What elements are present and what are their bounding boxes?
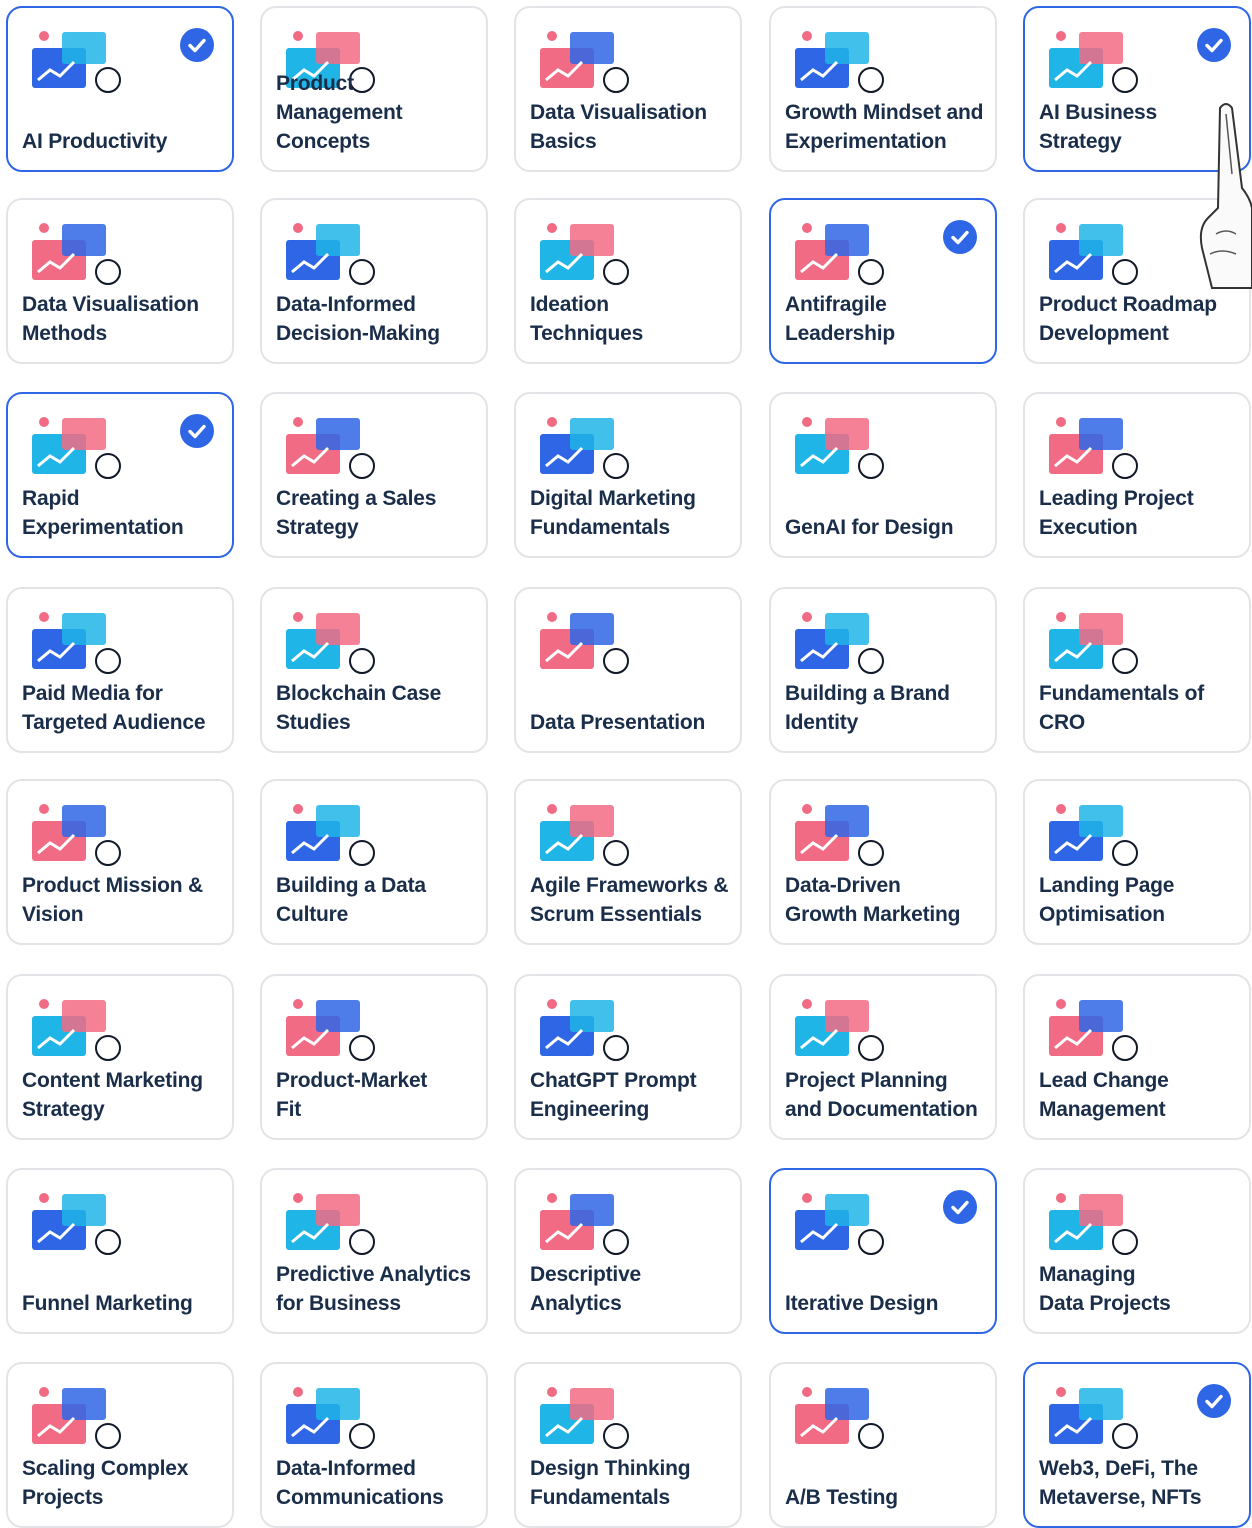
- checkmark-icon: [943, 220, 977, 254]
- course-card[interactable]: A/B Testing: [769, 1362, 997, 1528]
- course-card[interactable]: Managing Data Projects: [1023, 1168, 1251, 1334]
- course-title: Project Planning and Documentation: [785, 1069, 978, 1121]
- course-card[interactable]: Leading Project Execution: [1023, 392, 1251, 558]
- course-title: Data Visualisation Methods: [22, 293, 199, 345]
- course-title: Landing Page Optimisation: [1039, 874, 1175, 926]
- course-title: Scaling Complex Projects: [22, 1457, 189, 1509]
- checkmark-icon: [1197, 1384, 1231, 1418]
- pointing-hand-illustration: [1196, 94, 1252, 294]
- course-title: Product Roadmap Development: [1039, 293, 1217, 345]
- course-card[interactable]: Lead Change Management: [1023, 974, 1251, 1140]
- course-card[interactable]: Project Planning and Documentation: [769, 974, 997, 1140]
- course-title: Lead Change Management: [1039, 1069, 1169, 1121]
- course-title: Data-Driven Growth Marketing: [785, 874, 961, 926]
- course-title: Building a Brand Identity: [785, 682, 950, 734]
- course-title: Product Management Concepts: [276, 72, 403, 153]
- course-card[interactable]: Creating a Sales Strategy: [260, 392, 488, 558]
- course-card[interactable]: Product Management Concepts: [260, 6, 488, 172]
- course-title: Building a Data Culture: [276, 874, 426, 926]
- course-title: Fundamentals of CRO: [1039, 682, 1205, 734]
- course-card[interactable]: GenAI for Design: [769, 392, 997, 558]
- course-title: AI Productivity: [22, 130, 168, 153]
- course-title: Descriptive Analytics: [530, 1263, 642, 1315]
- course-title: Growth Mindset and Experimentation: [785, 101, 984, 153]
- course-card[interactable]: Design Thinking Fundamentals: [514, 1362, 742, 1528]
- course-card[interactable]: AI Productivity: [6, 6, 234, 172]
- course-card[interactable]: Data-Driven Growth Marketing: [769, 779, 997, 945]
- course-title: Data-Informed Communications: [276, 1457, 444, 1509]
- course-title: Design Thinking Fundamentals: [530, 1457, 691, 1509]
- course-card[interactable]: Digital Marketing Fundamentals: [514, 392, 742, 558]
- course-card[interactable]: ChatGPT Prompt Engineering: [514, 974, 742, 1140]
- course-card[interactable]: Data Visualisation Methods: [6, 198, 234, 364]
- course-title: Product Mission & Vision: [22, 874, 203, 926]
- course-card[interactable]: Data-Informed Communications: [260, 1362, 488, 1528]
- course-title: Leading Project Execution: [1039, 487, 1194, 539]
- course-card[interactable]: Product Mission & Vision: [6, 779, 234, 945]
- course-title: Antifragile Leadership: [785, 293, 896, 345]
- course-title: Iterative Design: [785, 1292, 939, 1315]
- course-card[interactable]: Data Visualisation Basics: [514, 6, 742, 172]
- course-card[interactable]: Predictive Analytics for Business: [260, 1168, 488, 1334]
- course-card[interactable]: Product-Market Fit: [260, 974, 488, 1140]
- course-title: Agile Frameworks & Scrum Essentials: [530, 874, 729, 926]
- course-card[interactable]: Descriptive Analytics: [514, 1168, 742, 1334]
- course-title: Content Marketing Strategy: [22, 1069, 203, 1121]
- course-card[interactable]: Fundamentals of CRO: [1023, 587, 1251, 753]
- course-card[interactable]: Content Marketing Strategy: [6, 974, 234, 1140]
- course-card[interactable]: Paid Media for Targeted Audience: [6, 587, 234, 753]
- course-title: Product-Market Fit: [276, 1069, 428, 1121]
- course-title: Creating a Sales Strategy: [276, 487, 437, 539]
- course-card[interactable]: Growth Mindset and Experimentation: [769, 6, 997, 172]
- course-card[interactable]: Agile Frameworks & Scrum Essentials: [514, 779, 742, 945]
- course-title: Predictive Analytics for Business: [276, 1263, 471, 1315]
- course-card[interactable]: Building a Brand Identity: [769, 587, 997, 753]
- course-card[interactable]: Web3, DeFi, The Metaverse, NFTs: [1023, 1362, 1251, 1528]
- course-title: Funnel Marketing: [22, 1292, 193, 1315]
- course-title: Data Presentation: [530, 711, 706, 734]
- course-title: Data-Informed Decision-Making: [276, 293, 440, 345]
- course-card[interactable]: Rapid Experimentation: [6, 392, 234, 558]
- course-card[interactable]: Building a Data Culture: [260, 779, 488, 945]
- course-title: A/B Testing: [785, 1486, 898, 1509]
- course-title: Paid Media for Targeted Audience: [22, 682, 206, 734]
- course-title: Managing Data Projects: [1039, 1263, 1171, 1315]
- checkmark-icon: [943, 1190, 977, 1224]
- course-title: GenAI for Design: [785, 516, 954, 539]
- course-title: Digital Marketing Fundamentals: [530, 487, 696, 539]
- checkmark-icon: [180, 28, 214, 62]
- checkmark-icon: [180, 414, 214, 448]
- course-card[interactable]: Data Presentation: [514, 587, 742, 753]
- course-card[interactable]: Iterative Design: [769, 1168, 997, 1334]
- course-grid: AI Productivity Product Management Concep…: [0, 0, 1252, 1528]
- course-card[interactable]: Blockchain Case Studies: [260, 587, 488, 753]
- course-card[interactable]: Landing Page Optimisation: [1023, 779, 1251, 945]
- course-card[interactable]: Scaling Complex Projects: [6, 1362, 234, 1528]
- course-card[interactable]: Data-Informed Decision-Making: [260, 198, 488, 364]
- course-title: Blockchain Case Studies: [276, 682, 442, 734]
- course-card[interactable]: Ideation Techniques: [514, 198, 742, 364]
- course-title: Data Visualisation Basics: [530, 101, 707, 153]
- course-title: Web3, DeFi, The Metaverse, NFTs: [1039, 1457, 1202, 1509]
- course-card[interactable]: Funnel Marketing: [6, 1168, 234, 1334]
- course-title: Rapid Experimentation: [22, 487, 184, 539]
- checkmark-icon: [1197, 28, 1231, 62]
- course-card[interactable]: Antifragile Leadership: [769, 198, 997, 364]
- course-title: Ideation Techniques: [530, 293, 644, 345]
- course-title: ChatGPT Prompt Engineering: [530, 1069, 697, 1121]
